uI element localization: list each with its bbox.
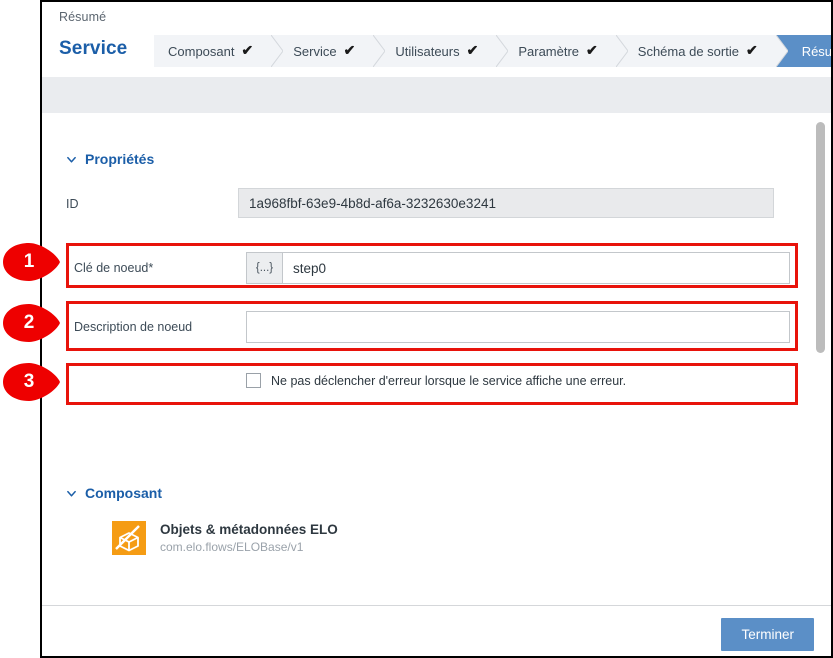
section-header-label: Composant — [85, 485, 162, 501]
check-icon: ✔ — [241, 42, 254, 58]
id-input-shell — [238, 188, 774, 220]
chevron-right-icon — [373, 35, 386, 67]
content-pane: Propriétés ID Clé de noeud* { — [42, 113, 800, 605]
expression-button[interactable]: {...} — [246, 252, 282, 284]
suppress-error-row: Ne pas déclencher d'erreur lorsque le se… — [74, 373, 790, 388]
check-icon: ✔ — [745, 42, 758, 58]
annotation-number: 3 — [23, 371, 35, 392]
screenshot-canvas: Résumé Service Composant ✔ Service ✔ Uti… — [0, 0, 833, 658]
node-description-row: Description de noeud — [74, 311, 790, 343]
service-wizard-dialog: Résumé Service Composant ✔ Service ✔ Uti… — [40, 0, 833, 658]
chevron-right-icon — [615, 35, 628, 67]
elo-cube-icon — [112, 521, 146, 556]
dialog-footer: Terminer — [42, 605, 831, 656]
wizard-step-label: Composant — [168, 43, 235, 59]
chevron-right-icon — [775, 35, 788, 67]
node-description-label: Description de noeud — [74, 320, 193, 334]
annotation-number: 1 — [23, 251, 35, 272]
wizard-step-schema-de-sortie[interactable]: Schéma de sortie ✔ — [615, 35, 788, 67]
node-description-input[interactable] — [246, 311, 790, 343]
annotation-marker-3: 3 — [0, 360, 62, 404]
page-title: Service — [59, 38, 128, 59]
wizard-step-label: Résumé — [801, 43, 833, 59]
dialog-body: Propriétés ID Clé de noeud* { — [42, 113, 831, 605]
id-field — [238, 188, 774, 218]
finish-button[interactable]: Terminer — [721, 618, 814, 651]
check-icon: ✔ — [343, 42, 356, 58]
section-header-proprietes[interactable]: Propriétés — [66, 151, 154, 167]
wizard-step-label: Paramètre — [518, 43, 580, 59]
chevron-down-icon — [67, 156, 76, 163]
wizard-step-bar: Composant ✔ Service ✔ Utilisateurs ✔ Par… — [154, 35, 833, 67]
annotation-marker-2: 2 — [0, 301, 62, 345]
id-label: ID — [66, 197, 79, 211]
breadcrumb: Résumé — [59, 10, 107, 24]
scrollbar-thumb[interactable] — [816, 122, 825, 353]
node-key-input[interactable] — [282, 252, 790, 284]
component-name: Objets & métadonnées ELO — [160, 522, 338, 537]
wizard-step-parametre[interactable]: Paramètre ✔ — [496, 35, 628, 67]
check-icon: ✔ — [466, 42, 479, 58]
wizard-step-service[interactable]: Service ✔ — [271, 35, 386, 67]
chevron-down-icon — [67, 490, 76, 497]
wizard-step-label: Utilisateurs — [395, 43, 460, 59]
dialog-header: Résumé Service Composant ✔ Service ✔ Uti… — [42, 2, 831, 77]
node-key-input-shell: {...} — [246, 252, 790, 284]
vertical-scrollbar[interactable] — [813, 113, 829, 605]
wizard-step-composant[interactable]: Composant ✔ — [154, 35, 284, 67]
component-text-block: Objets & métadonnées ELO com.elo.flows/E… — [160, 521, 338, 555]
node-key-label: Clé de noeud* — [74, 261, 154, 275]
chevron-right-icon — [271, 35, 284, 67]
chevron-right-icon — [496, 35, 509, 67]
suppress-error-checkbox[interactable] — [246, 373, 261, 388]
section-header-label: Propriétés — [85, 151, 155, 167]
node-description-input-shell — [246, 311, 790, 343]
wizard-step-label: Schéma de sortie — [637, 43, 739, 59]
component-card[interactable]: Objets & métadonnées ELO com.elo.flows/E… — [112, 521, 338, 556]
check-icon: ✔ — [586, 42, 598, 58]
annotation-number: 2 — [23, 312, 35, 333]
annotation-marker-1: 1 — [0, 240, 62, 284]
section-header-composant[interactable]: Composant — [66, 485, 162, 501]
suppress-error-control[interactable]: Ne pas déclencher d'erreur lorsque le se… — [246, 373, 626, 388]
header-divider-strip — [42, 77, 831, 113]
node-key-row: Clé de noeud* {...} — [74, 252, 790, 284]
id-row: ID — [66, 188, 774, 220]
component-identifier: com.elo.flows/ELOBase/v1 — [160, 540, 304, 555]
wizard-step-utilisateurs[interactable]: Utilisateurs ✔ — [373, 35, 509, 67]
suppress-error-label: Ne pas déclencher d'erreur lorsque le se… — [271, 373, 627, 388]
wizard-step-label: Service — [293, 43, 337, 59]
